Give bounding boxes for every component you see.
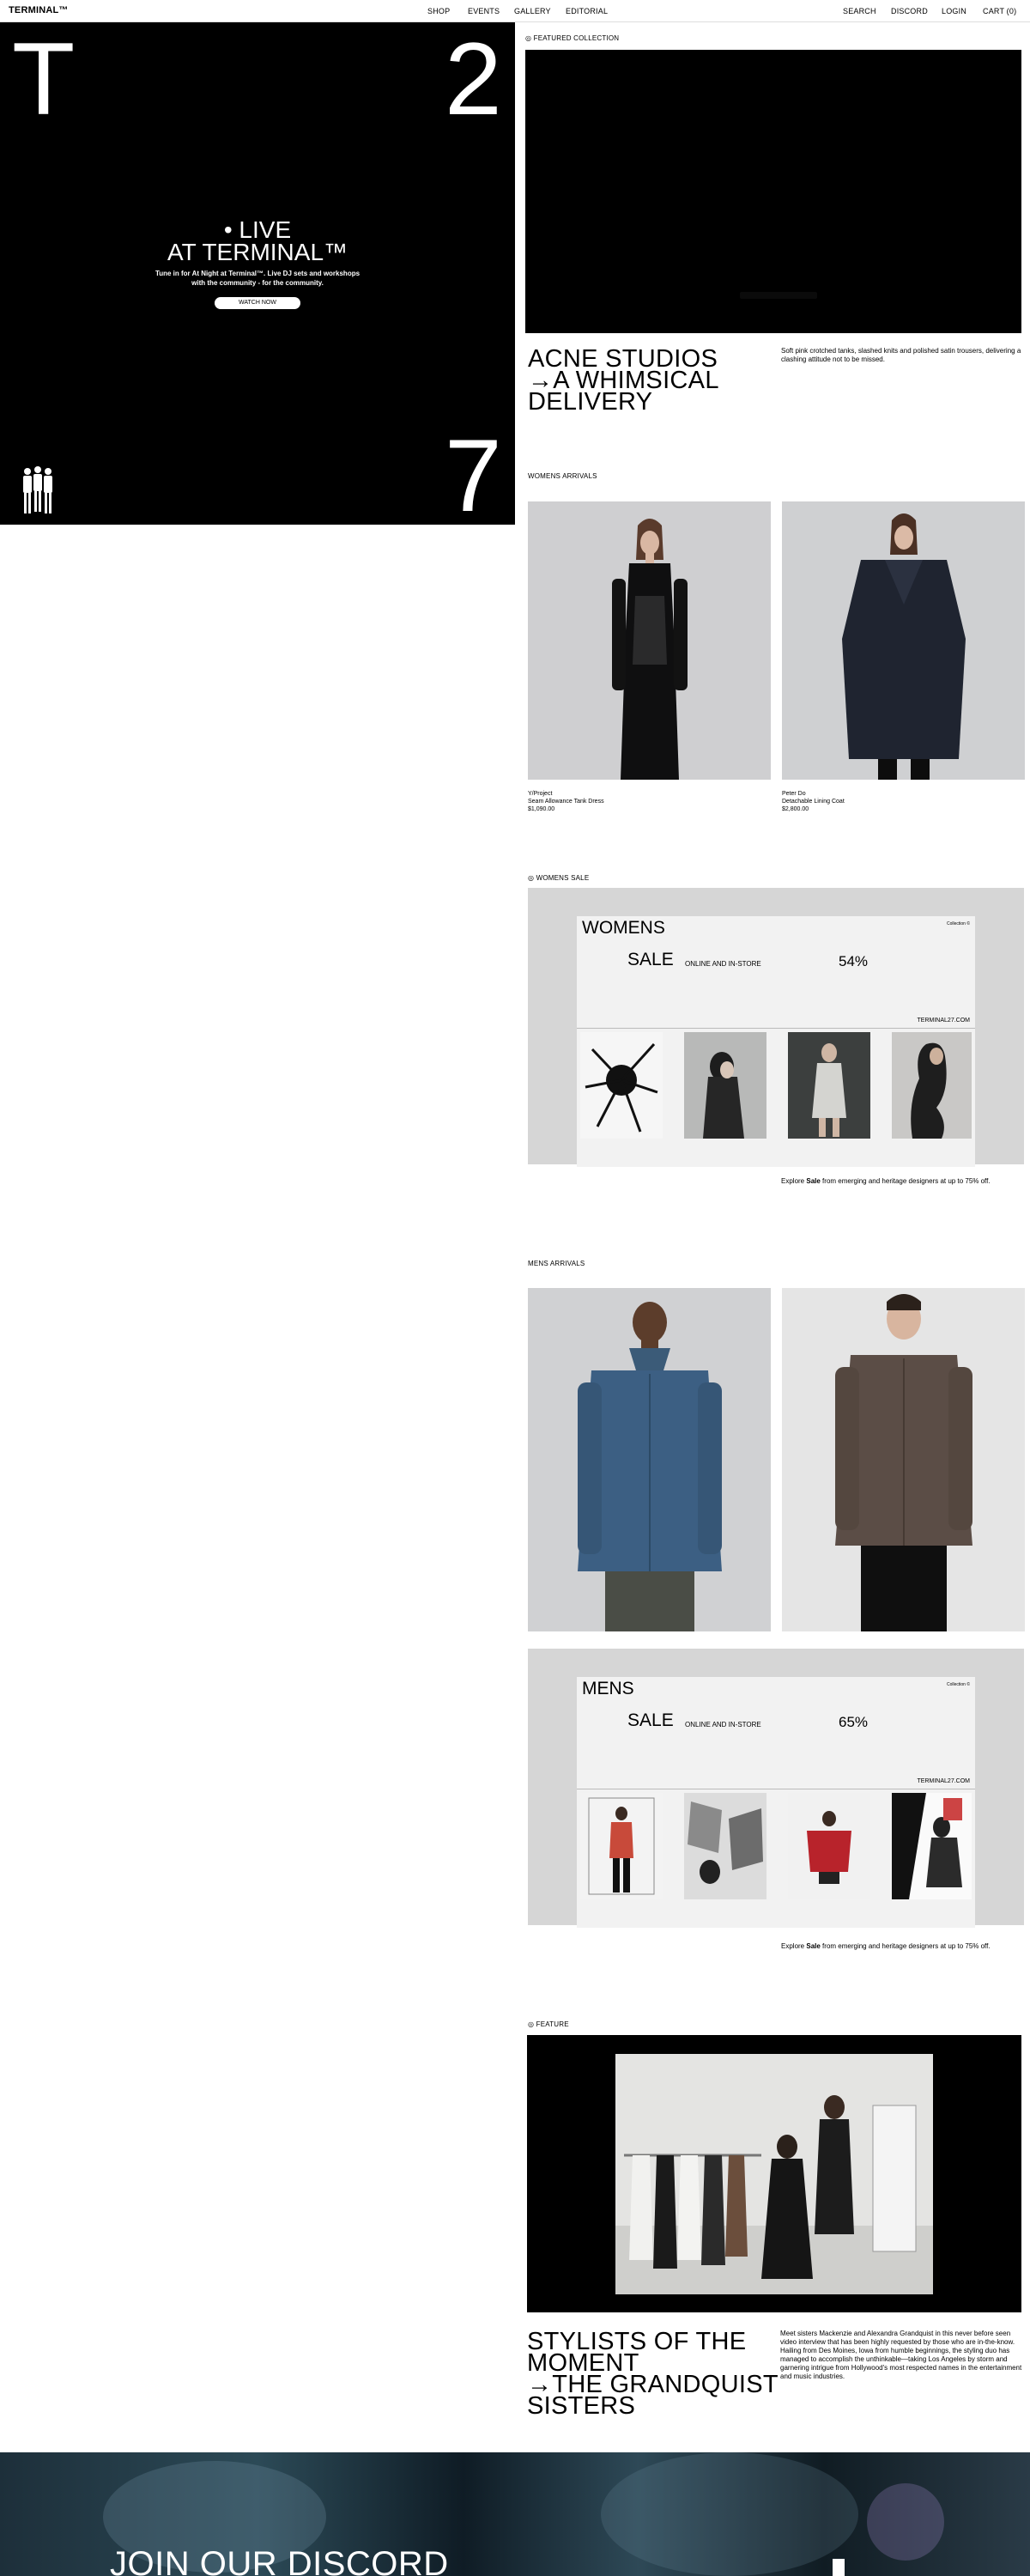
womens-sale-thumb-4 <box>892 1032 972 1139</box>
womens-sale-thumb-3 <box>788 1032 870 1139</box>
discord-bg-blur-2 <box>601 2452 858 2576</box>
mens-sale-text: SALE <box>627 1710 674 1730</box>
live-description-line1: Tune in for At Night at Terminal™. Live … <box>154 270 360 277</box>
mens-sale-thumb-1 <box>580 1793 663 1899</box>
feature-title-line4[interactable]: SISTERS <box>527 2394 635 2419</box>
mens-arrivals-label: MENS ARRIVALS <box>528 1260 585 1267</box>
feature-video[interactable] <box>527 2035 1021 2312</box>
featured-collection-label: ◎ FEATURED COLLECTION <box>525 34 620 42</box>
product-caption-2[interactable]: Peter Do Detachable Lining Coat $2,800.0… <box>782 790 845 813</box>
nav-cart[interactable]: CART (0) <box>983 7 1016 15</box>
nav-events[interactable]: EVENTS <box>468 7 500 15</box>
mens-sale-site: TERMINAL27.COM <box>917 1778 970 1784</box>
video-caption-overlay <box>740 292 817 299</box>
womens-sale-text: SALE <box>627 950 674 969</box>
mens-sale-banner[interactable]: MENS Collection © SALE ONLINE AND IN-STO… <box>528 1649 1024 1928</box>
product-price: $2,800.00 <box>782 806 809 813</box>
hero-number-2: 2 <box>445 22 502 137</box>
watch-now-button[interactable]: WATCH NOW <box>215 297 300 309</box>
nav-discord[interactable]: DISCORD <box>891 7 928 15</box>
mens-sale-thumb-2 <box>684 1793 766 1899</box>
womens-sale-banner[interactable]: WOMENS Collection © SALE ONLINE AND IN-S… <box>528 888 1024 1167</box>
sale-link[interactable]: Sale <box>806 1942 820 1950</box>
live-hero-banner[interactable]: T 2 7 • LIVE AT TERMINAL™ Tune in for At… <box>0 22 515 525</box>
live-description-line2: with the community - for the community. <box>191 279 324 287</box>
product-brand: Y/Project <box>528 791 553 797</box>
join-discord-heading[interactable]: JOIN OUR DISCORD <box>110 2545 449 2576</box>
product-image-denim-shirt[interactable] <box>528 1288 771 1631</box>
nav-search[interactable]: SEARCH <box>843 7 876 15</box>
mens-sale-card-tag: Collection © <box>946 1682 970 1687</box>
womens-sale-percent: 54% <box>839 953 869 969</box>
discord-banner[interactable]: JOIN OUR DISCORD <box>0 2452 1030 2576</box>
mens-sale-card-title: MENS <box>582 1679 634 1698</box>
hero-number-7: 7 <box>445 418 502 525</box>
mens-sale-explore-text: Explore Sale from emerging and heritage … <box>781 1942 991 1950</box>
womens-sale-online-text: ONLINE AND IN-STORE <box>685 960 761 968</box>
product-image-tank-dress[interactable] <box>528 501 771 780</box>
womens-sale-thumb-1 <box>580 1032 663 1139</box>
featured-video[interactable] <box>525 50 1021 333</box>
top-navigation-bar: TERMINAL™ SHOP EVENTS GALLERY EDITORIAL … <box>0 0 1030 22</box>
product-name: Seam Allowance Tank Dress <box>528 799 604 805</box>
live-heading-line2: AT TERMINAL™ <box>167 239 348 265</box>
featured-title-line3[interactable]: DELIVERY <box>528 390 652 415</box>
nav-login[interactable]: LOGIN <box>942 7 966 15</box>
product-brand: Peter Do <box>782 791 806 797</box>
product-name: Detachable Lining Coat <box>782 799 845 805</box>
mens-sale-online-text: ONLINE AND IN-STORE <box>685 1721 761 1728</box>
discord-bg-blur-3 <box>867 2483 944 2561</box>
womens-sale-site: TERMINAL27.COM <box>917 1018 970 1024</box>
womens-sale-divider <box>577 1028 975 1029</box>
feature-video-frame <box>615 2054 933 2294</box>
featured-description: Soft pink crotched tanks, slashed knits … <box>781 347 1021 363</box>
feature-description: Meet sisters Mackenzie and Alexandra Gra… <box>780 2330 1022 2380</box>
product-image-brown-shirt[interactable] <box>782 1288 1025 1631</box>
nav-shop[interactable]: SHOP <box>427 7 450 15</box>
sale-link[interactable]: Sale <box>806 1177 820 1185</box>
womens-sale-thumb-2 <box>684 1032 766 1139</box>
feature-label: ◎ FEATURE <box>528 2020 569 2028</box>
product-image-lining-coat[interactable] <box>782 501 1025 780</box>
product-caption-1[interactable]: Y/Project Seam Allowance Tank Dress $1,0… <box>528 790 604 813</box>
mens-sale-thumb-3 <box>788 1793 870 1899</box>
womens-sale-label: ◎ WOMENS SALE <box>528 874 590 882</box>
womens-sale-card: WOMENS Collection © SALE ONLINE AND IN-S… <box>577 916 975 1167</box>
mens-sale-percent: 65% <box>839 1714 869 1730</box>
womens-arrivals-label: WOMENS ARRIVALS <box>528 472 597 480</box>
nav-gallery[interactable]: GALLERY <box>514 7 551 15</box>
nav-editorial[interactable]: EDITORIAL <box>566 7 608 15</box>
product-price: $1,090.00 <box>528 806 555 813</box>
mens-sale-card: MENS Collection © SALE ONLINE AND IN-STO… <box>577 1677 975 1928</box>
discord-decorative-mark <box>833 2559 845 2576</box>
community-figures-icon <box>23 466 52 513</box>
womens-sale-card-title: WOMENS <box>582 918 665 938</box>
womens-sale-explore-text: Explore Sale from emerging and heritage … <box>781 1177 991 1185</box>
mens-sale-thumb-4 <box>892 1793 972 1899</box>
womens-sale-card-tag: Collection © <box>946 921 970 927</box>
hero-letter-t: T <box>12 22 76 137</box>
site-logo[interactable]: TERMINAL™ <box>9 5 69 15</box>
